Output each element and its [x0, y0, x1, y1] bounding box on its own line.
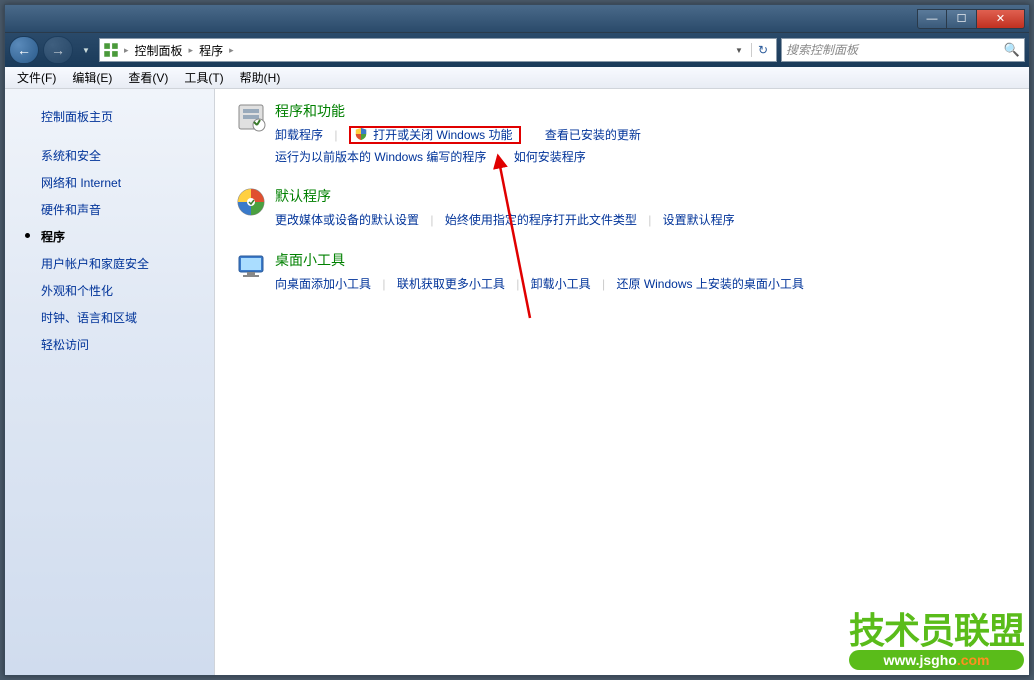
section-default-programs: 默认程序 更改媒体或设备的默认设置 | 始终使用指定的程序打开此文件类型 | 设… [235, 186, 1009, 232]
close-button[interactable]: ✕ [977, 9, 1025, 29]
addressbar[interactable]: ▸ 控制面板 ▸ 程序 ▸ ▼ ↻ [99, 38, 777, 62]
highlight-annotation: 打开或关闭 Windows 功能 [349, 126, 521, 144]
default-programs-icon [235, 186, 275, 232]
link-uninstall-gadget[interactable]: 卸载小工具 [531, 277, 591, 291]
content: 控制面板主页 系统和安全 网络和 Internet 硬件和声音 程序 用户帐户和… [5, 89, 1029, 675]
sidebar-item-programs[interactable]: 程序 [5, 223, 214, 250]
search-input[interactable] [786, 43, 1004, 57]
window-controls: — ☐ ✕ [917, 9, 1025, 29]
menu-help[interactable]: 帮助(H) [232, 67, 289, 88]
address-dropdown[interactable]: ▼ [729, 46, 749, 55]
shield-icon [354, 125, 368, 147]
sidebar-item-accounts[interactable]: 用户帐户和家庭安全 [5, 250, 214, 277]
section-title-default[interactable]: 默认程序 [275, 186, 1009, 206]
sidebar-item-appearance[interactable]: 外观和个性化 [5, 277, 214, 304]
breadcrumb-sep: ▸ [185, 45, 198, 56]
link-restore-gadget[interactable]: 还原 Windows 上安装的桌面小工具 [616, 277, 803, 291]
minimize-button[interactable]: — [917, 9, 947, 29]
link-uninstall[interactable]: 卸载程序 [275, 128, 323, 142]
sidebar-item-ease[interactable]: 轻松访问 [5, 331, 214, 358]
menu-file[interactable]: 文件(F) [9, 67, 64, 88]
search-icon[interactable]: 🔍 [1004, 42, 1020, 58]
link-online-gadget[interactable]: 联机获取更多小工具 [397, 277, 505, 291]
link-add-gadget[interactable]: 向桌面添加小工具 [275, 277, 371, 291]
main: 程序和功能 卸载程序 | 打开或关闭 Windows 功能 查看已安装的更新 运… [215, 89, 1029, 675]
sidebar-item-system[interactable]: 系统和安全 [5, 142, 214, 169]
section-body: 程序和功能 卸载程序 | 打开或关闭 Windows 功能 查看已安装的更新 运… [275, 101, 1009, 168]
link-how-install[interactable]: 如何安装程序 [514, 150, 586, 164]
section-programs-features: 程序和功能 卸载程序 | 打开或关闭 Windows 功能 查看已安装的更新 运… [235, 101, 1009, 168]
navbar: ← → ▼ ▸ 控制面板 ▸ 程序 ▸ ▼ ↻ 🔍 [5, 33, 1029, 67]
link-set-default[interactable]: 设置默认程序 [663, 213, 735, 227]
forward-button[interactable]: → [43, 36, 73, 64]
menu-view[interactable]: 查看(V) [120, 67, 176, 88]
menu-edit[interactable]: 编辑(E) [64, 67, 120, 88]
programs-features-icon [235, 101, 275, 168]
window: — ☐ ✕ ← → ▼ ▸ 控制面板 ▸ 程序 ▸ ▼ ↻ 🔍 文件(F [4, 4, 1030, 676]
section-body: 桌面小工具 向桌面添加小工具 | 联机获取更多小工具 | 卸载小工具 | 还原 … [275, 250, 1009, 296]
sidebar-item-hardware[interactable]: 硬件和声音 [5, 196, 214, 223]
link-view-updates[interactable]: 查看已安装的更新 [545, 128, 641, 142]
link-filetype[interactable]: 始终使用指定的程序打开此文件类型 [445, 213, 637, 227]
breadcrumb-control-panel[interactable]: 控制面板 [133, 42, 185, 59]
menu-tools[interactable]: 工具(T) [176, 67, 231, 88]
refresh-button[interactable]: ↻ [751, 43, 774, 57]
section-links: 向桌面添加小工具 | 联机获取更多小工具 | 卸载小工具 | 还原 Window… [275, 274, 1009, 296]
titlebar: — ☐ ✕ [5, 5, 1029, 33]
breadcrumb-programs[interactable]: 程序 [197, 42, 225, 59]
sidebar-item-clock[interactable]: 时钟、语言和区域 [5, 304, 214, 331]
gadgets-icon [235, 250, 275, 296]
section-links: 卸载程序 | 打开或关闭 Windows 功能 查看已安装的更新 运行为以前版本… [275, 125, 1009, 168]
nav-history-dropdown[interactable]: ▼ [77, 36, 95, 64]
back-button[interactable]: ← [9, 36, 39, 64]
link-compat[interactable]: 运行为以前版本的 Windows 编写的程序 [275, 150, 486, 164]
maximize-button[interactable]: ☐ [947, 9, 977, 29]
section-links: 更改媒体或设备的默认设置 | 始终使用指定的程序打开此文件类型 | 设置默认程序 [275, 210, 1009, 232]
sidebar-item-network[interactable]: 网络和 Internet [5, 169, 214, 196]
control-panel-icon [102, 41, 120, 59]
section-title-gadgets[interactable]: 桌面小工具 [275, 250, 1009, 270]
section-gadgets: 桌面小工具 向桌面添加小工具 | 联机获取更多小工具 | 卸载小工具 | 还原 … [235, 250, 1009, 296]
link-windows-features[interactable]: 打开或关闭 Windows 功能 [373, 128, 512, 142]
breadcrumb-sep: ▸ [225, 45, 238, 56]
sidebar: 控制面板主页 系统和安全 网络和 Internet 硬件和声音 程序 用户帐户和… [5, 89, 215, 675]
sidebar-item-home[interactable]: 控制面板主页 [5, 103, 214, 130]
searchbar: 🔍 [781, 38, 1025, 62]
section-title-programs[interactable]: 程序和功能 [275, 101, 1009, 121]
link-change-media[interactable]: 更改媒体或设备的默认设置 [275, 213, 419, 227]
menubar: 文件(F) 编辑(E) 查看(V) 工具(T) 帮助(H) [5, 67, 1029, 89]
section-body: 默认程序 更改媒体或设备的默认设置 | 始终使用指定的程序打开此文件类型 | 设… [275, 186, 1009, 232]
breadcrumb-sep: ▸ [120, 45, 133, 56]
